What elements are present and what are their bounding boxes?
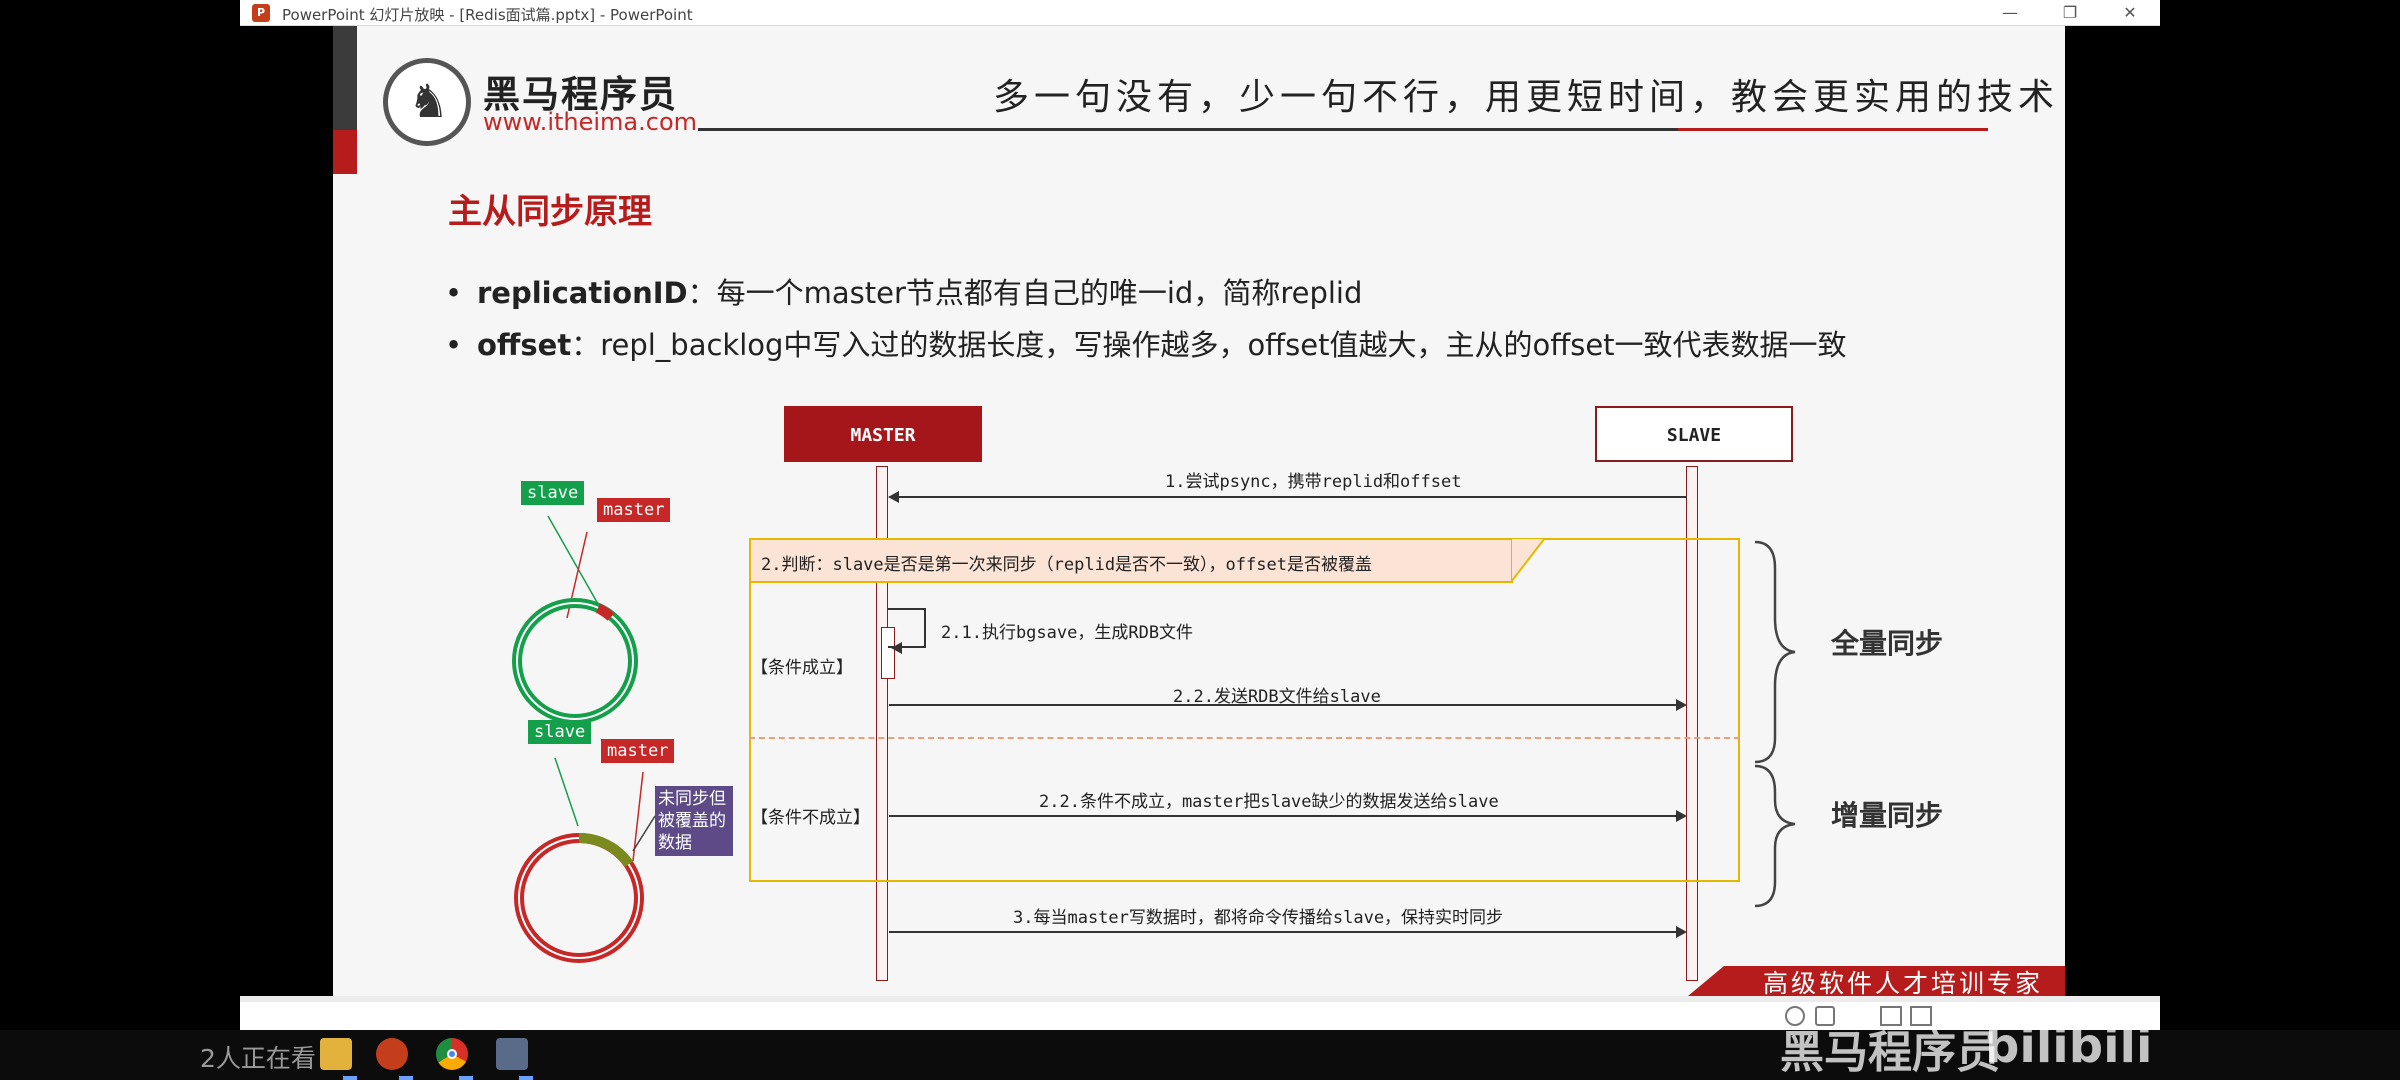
close-button[interactable]: ✕ (2100, 0, 2160, 26)
msg-command-propagation-arrow (889, 931, 1677, 933)
slide-title: 主从同步原理 (448, 192, 652, 232)
sync-braces (1754, 540, 1796, 908)
bullet-replicationid: • replicationID：每一个master节点都有自己的唯一id，简称re… (445, 276, 1363, 310)
bullet-term: replicationID (477, 276, 688, 310)
powerpoint-taskbar-icon[interactable] (376, 1038, 408, 1070)
image-viewer-icon[interactable] (496, 1038, 528, 1070)
condition-false-label: 【条件不成立】 (751, 808, 870, 828)
bullet-text: ：repl_backlog中写入过的数据长度，写操作越多，offset值越大，主… (571, 328, 1847, 362)
msg-bgsave: 2.1.执行bgsave，生成RDB文件 (941, 623, 1194, 643)
active-app-indicator (459, 1076, 473, 1080)
msg-send-rdb-arrow (889, 704, 1677, 706)
header-divider-accent (1678, 128, 1988, 131)
arrow-right-icon (1676, 926, 1687, 938)
msg-send-missing-arrow (889, 815, 1677, 817)
stream-watermark: 黑马程序员 (1780, 1027, 2000, 1078)
footer-tagline: 高级软件人才培训专家 (1763, 969, 2044, 996)
minimize-button[interactable]: — (1980, 0, 2040, 26)
msg-send-missing-data: 2.2.条件不成立，master把slave缺少的数据发送给slave (1039, 792, 1499, 812)
ring1-master-arc (595, 603, 615, 621)
ring2-slave-pointer (554, 757, 579, 827)
full-sync-label: 全量同步 (1831, 627, 1944, 660)
chrome-center-icon (447, 1049, 457, 1059)
powerpoint-app-icon: P (252, 4, 270, 22)
condition-true-label: 【条件成立】 (751, 658, 853, 678)
taskbar: 2人正在看 黑马程序员 bilibili (0, 1018, 2400, 1080)
horse-logo-icon: ♞ (383, 58, 471, 146)
ring2-master-tag: master (601, 739, 675, 763)
restore-button[interactable]: ❐ (2040, 0, 2100, 26)
active-app-indicator (519, 1076, 533, 1080)
header-slogan: 多一句没有，少一句不行，用更短时间，教会更实用的技术！ (993, 77, 2065, 118)
bullet-term: offset (477, 328, 572, 362)
active-app-indicator (399, 1076, 413, 1080)
window-titlebar: P PowerPoint 幻灯片放映 - [Redis面试篇.pptx] - P… (240, 0, 2160, 26)
window-title: PowerPoint 幻灯片放映 - [Redis面试篇.pptx] - Pow… (282, 6, 693, 24)
msg-psync: 1.尝试psync，携带replid和offset (1165, 472, 1462, 492)
left-accent-bar (333, 26, 357, 130)
alt-frame (749, 538, 1740, 882)
alt-condition-text: 2.判断：slave是否是第一次来同步（replid是否不一致），offset是… (761, 555, 1372, 575)
overwritten-data-note: 未同步但被覆盖的数据 (655, 786, 733, 856)
bullet-offset: • offset：repl_backlog中写入过的数据长度，写操作越多，offs… (445, 328, 1847, 362)
slave-lifeline-header: SLAVE (1595, 406, 1793, 462)
alt-header-notch (1511, 538, 1547, 583)
ring2-overwritten-arc (578, 832, 634, 867)
arrow-right-icon (1676, 699, 1687, 711)
ring1-inner-stripe (516, 602, 634, 720)
bilibili-watermark: bilibili (1985, 1018, 2153, 1074)
ring1-master-tag: master (597, 498, 671, 522)
arrow-left-icon (891, 642, 902, 654)
incremental-sync-brace (1754, 764, 1796, 908)
live-viewer-count: 2人正在看 (200, 1044, 316, 1073)
master-lifeline-header: MASTER (784, 406, 982, 462)
arrow-left-icon (888, 491, 899, 503)
msg-command-propagation: 3.每当master写数据时，都将命令传播给slave，保持实时同步 (1013, 908, 1504, 928)
incremental-sync-label: 增量同步 (1831, 799, 1944, 832)
logo-url: www.itheima.com (483, 108, 698, 136)
bullet-text: ：每一个master节点都有自己的唯一id，简称replid (687, 276, 1363, 310)
ring1-slave-tag: slave (521, 481, 585, 505)
file-explorer-icon[interactable] (320, 1038, 352, 1070)
left-accent-bar-red (333, 130, 357, 174)
alt-divider (749, 737, 1740, 739)
active-app-indicator (343, 1076, 357, 1080)
full-sync-brace (1754, 540, 1796, 764)
slide-canvas: ♞ 黑马程序员 www.itheima.com 多一句没有，少一句不行，用更短时… (333, 26, 2065, 996)
ring2-slave-tag: slave (528, 720, 592, 744)
msg-psync-arrow (895, 496, 1687, 498)
arrow-right-icon (1676, 810, 1687, 822)
